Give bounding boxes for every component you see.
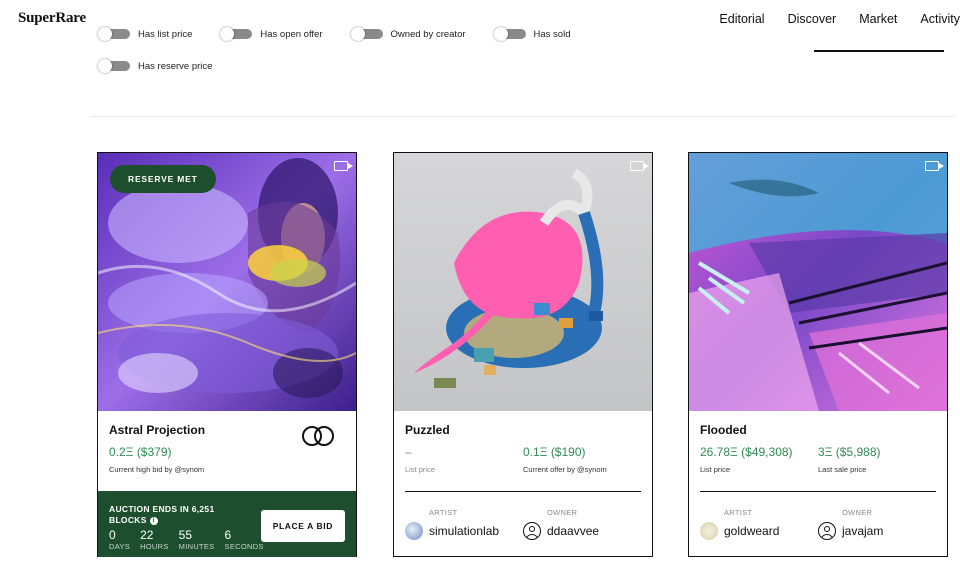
video-icon [630,161,649,171]
auction-ends-text: AUCTION ENDS IN 6,251 BLOCKS i [109,504,215,525]
main-nav: Editorial Discover Market Activity [719,12,960,26]
artist-link[interactable]: simulationlab [405,522,499,540]
current-bid: 0.2Ξ ($379) Current high bid by @synom [109,445,205,474]
artist-link[interactable]: goldweard [700,522,779,540]
filter-has-sold[interactable]: Has sold [493,27,570,41]
user-icon [523,522,541,540]
nav-discover[interactable]: Discover [788,12,837,26]
artist-section: ARTIST simulationlab [405,508,499,540]
filter-row-top-clipped: Has list price Has open offer Owned by c… [0,26,760,42]
filter-has-open-offer[interactable]: Has open offer [220,27,323,41]
info-icon[interactable]: i [149,516,158,525]
filter-has-reserve-price[interactable]: Has reserve price [98,59,212,73]
divider [700,491,936,492]
artwork-title[interactable]: Flooded [700,423,747,437]
artist-avatar [700,522,718,540]
toggle-switch[interactable] [98,27,130,41]
owner-section: OWNER javajam [818,508,883,540]
superrare-logo[interactable]: SuperRare [18,10,86,27]
collaboration-icon [302,426,334,446]
list-price: – List price [405,445,436,474]
nav-market[interactable]: Market [859,12,897,26]
artwork-title[interactable]: Puzzled [405,423,450,437]
artist-section: ARTIST goldweard [700,508,779,540]
artwork-image[interactable] [689,153,947,411]
artwork-card-flooded[interactable]: Flooded 26.78Ξ ($49,308) List price 3Ξ (… [688,152,948,557]
artwork-card-astral-projection[interactable]: RESERVE MET Astral Projection 0.2Ξ ($379… [97,152,357,557]
toggle-switch[interactable] [220,27,253,41]
toggle-switch[interactable] [98,59,130,73]
artwork-image[interactable] [394,153,652,411]
sort-dropdown[interactable] [814,32,944,52]
owner-section: OWNER ddaavvee [523,508,599,540]
user-icon [818,522,836,540]
reserve-met-badge: RESERVE MET [110,165,216,193]
video-icon [925,161,944,171]
video-icon [334,161,353,171]
filter-row-2: Has reserve price [98,58,212,74]
filter-has-list-price[interactable]: Has list price [98,27,192,41]
place-a-bid-button[interactable]: PLACE A BID [260,510,345,542]
divider [90,116,955,117]
auction-panel: AUCTION ENDS IN 6,251 BLOCKS i 0 DAYS 22 HO… [98,491,356,557]
artist-avatar [405,522,423,540]
owner-link[interactable]: javajam [818,522,883,540]
artwork-card-puzzled[interactable]: Puzzled – List price 0.1Ξ ($190) Current… [393,152,653,557]
countdown-timer: 0 DAYS 22 HOURS 55 MINUTES 6 SECONDS [109,528,264,551]
toggle-switch[interactable] [350,27,383,41]
divider [405,491,641,492]
nav-editorial[interactable]: Editorial [719,12,764,26]
current-offer: 0.1Ξ ($190) Current offer by @synom [523,445,607,474]
filter-owned-by-creator[interactable]: Owned by creator [350,27,466,41]
list-price: 26.78Ξ ($49,308) List price [700,445,793,474]
artwork-title[interactable]: Astral Projection [109,423,205,437]
owner-link[interactable]: ddaavvee [523,522,599,540]
nav-activity[interactable]: Activity [920,12,960,26]
last-sale-price: 3Ξ ($5,988) Last sale price [818,445,881,474]
toggle-switch[interactable] [493,27,526,41]
artwork-image[interactable]: RESERVE MET [98,153,356,411]
